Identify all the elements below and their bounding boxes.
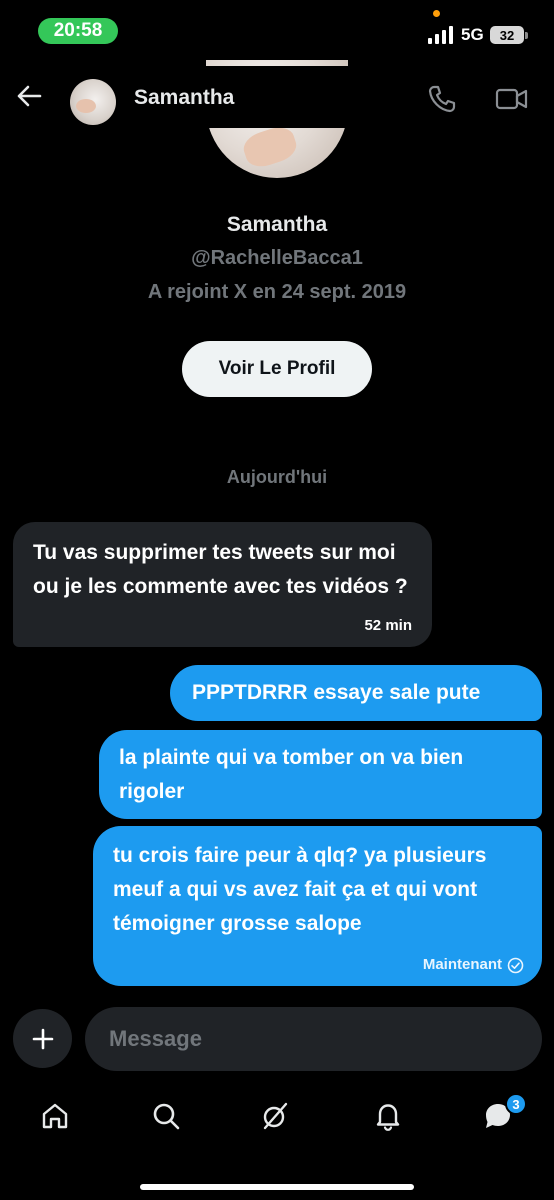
message-bubble-incoming[interactable]: Tu vas supprimer tes tweets sur moi ou j…	[13, 522, 432, 647]
bottom-navigation	[0, 1085, 554, 1200]
message-status-label: Maintenant	[422, 956, 502, 973]
home-icon	[42, 1103, 68, 1129]
profile-name: Samantha	[226, 213, 328, 236]
call-button[interactable]	[426, 83, 458, 115]
signal-icon	[428, 26, 453, 44]
bell-icon	[376, 1104, 400, 1131]
avatar-hand	[76, 99, 96, 113]
message-status: Maintenant	[423, 956, 524, 974]
avatar[interactable]	[70, 79, 116, 125]
message-text: tu crois faire peur à qlq? ya plusieurs …	[113, 844, 487, 935]
message-text: Tu vas supprimer tes tweets sur moi ou j…	[33, 541, 408, 598]
conversation-title[interactable]: Samantha	[134, 86, 234, 110]
message-input[interactable]	[85, 1007, 542, 1071]
nav-home[interactable]	[32, 1098, 78, 1134]
message-text: PPPTDRRR essaye sale pute	[192, 681, 481, 704]
message-bubble-outgoing[interactable]: la plainte qui va tomber on va bien rigo…	[99, 730, 542, 819]
messages-badge: 3	[505, 1093, 527, 1115]
profile-handle: @RachelleBacca1	[191, 247, 363, 269]
date-separator: Aujourd'hui	[226, 467, 328, 487]
battery-tip	[525, 32, 528, 39]
network-label: 5G	[461, 25, 484, 44]
phone-icon	[428, 85, 456, 113]
view-profile-button[interactable]: Voir Le Profil	[182, 341, 372, 397]
conversation-header: Samantha	[0, 66, 554, 128]
profile-avatar-hand	[240, 122, 300, 172]
plus-icon	[32, 1028, 53, 1049]
nav-search[interactable]	[143, 1098, 189, 1134]
message-bubble-outgoing[interactable]: tu crois faire peur à qlq? ya plusieurs …	[93, 826, 542, 986]
search-icon	[153, 1103, 180, 1130]
arrow-left-icon	[17, 85, 42, 107]
grok-icon	[263, 1102, 288, 1130]
add-attachment-button[interactable]	[13, 1009, 72, 1068]
nav-notifications[interactable]	[365, 1098, 411, 1134]
battery-icon: 32	[490, 26, 524, 44]
profile-joined-date: A rejoint X en 24 sept. 2019	[147, 281, 407, 303]
video-call-button[interactable]	[494, 83, 530, 115]
message-text: la plainte qui va tomber on va bien rigo…	[119, 746, 464, 803]
status-bar: 20:58 5G 32	[0, 0, 554, 66]
battery-level: 32	[499, 27, 515, 43]
message-time: 52 min	[364, 617, 412, 634]
back-button[interactable]	[14, 81, 44, 111]
status-time: 20:58	[38, 18, 118, 44]
home-indicator	[140, 1184, 414, 1190]
read-check-icon	[507, 957, 524, 973]
privacy-indicator-dot	[433, 10, 440, 17]
message-bubble-outgoing[interactable]: PPPTDRRR essaye sale pute	[170, 665, 542, 721]
nav-grok[interactable]	[252, 1098, 298, 1134]
video-camera-icon	[495, 88, 528, 110]
